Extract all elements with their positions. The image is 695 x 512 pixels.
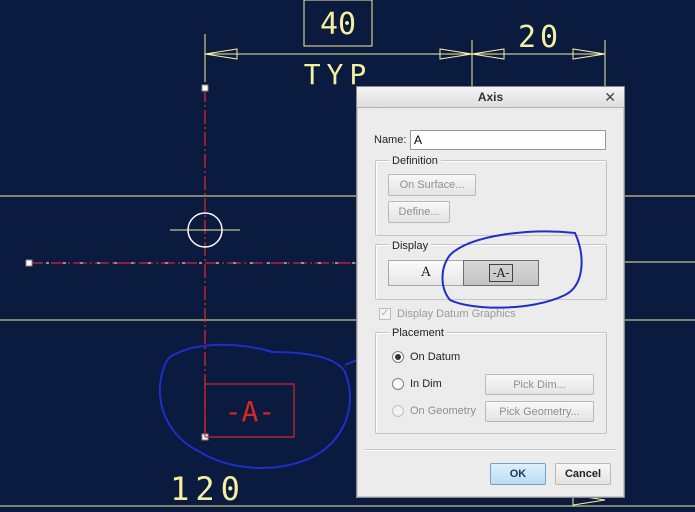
- on-geometry-label: On Geometry: [410, 405, 477, 417]
- define-button[interactable]: Define...: [388, 201, 450, 223]
- axis-dialog: Axis ✕ Name: A Definition On Surface... …: [356, 86, 625, 498]
- display-option-plain[interactable]: A: [388, 260, 464, 286]
- placement-legend: Placement: [389, 327, 447, 339]
- dimension-text-40[interactable]: 40: [320, 7, 356, 42]
- definition-legend: Definition: [389, 155, 441, 167]
- name-input[interactable]: A: [410, 130, 606, 150]
- dialog-title: Axis: [477, 90, 504, 104]
- boxed-axis-glyph: -A-: [488, 264, 514, 282]
- name-label: Name:: [374, 134, 407, 146]
- close-icon[interactable]: ✕: [604, 89, 616, 106]
- on-geometry-radio[interactable]: [392, 405, 404, 417]
- display-datum-graphics-label: Display Datum Graphics: [397, 308, 516, 320]
- pick-geometry-button[interactable]: Pick Geometry...: [485, 401, 594, 422]
- display-datum-graphics-checkbox[interactable]: ✓: [379, 308, 391, 320]
- display-legend: Display: [389, 240, 432, 252]
- display-option-boxed[interactable]: -A-: [463, 260, 539, 286]
- dimension-text-20[interactable]: 20: [518, 20, 562, 55]
- in-dim-radio[interactable]: [392, 378, 404, 390]
- definition-group: [375, 160, 607, 236]
- drag-handle[interactable]: [201, 84, 209, 92]
- on-datum-radio[interactable]: [392, 351, 404, 363]
- on-surface-button[interactable]: On Surface...: [388, 174, 476, 196]
- ok-button[interactable]: OK: [490, 463, 546, 485]
- dialog-titlebar[interactable]: Axis ✕: [357, 87, 624, 108]
- footer-divider: [365, 449, 616, 451]
- in-dim-label: In Dim: [410, 378, 442, 390]
- cancel-button[interactable]: Cancel: [555, 463, 611, 485]
- pick-dim-button[interactable]: Pick Dim...: [485, 374, 594, 395]
- on-datum-label: On Datum: [410, 351, 461, 363]
- drag-handle[interactable]: [25, 259, 33, 267]
- axis-label-text: -A-: [225, 395, 276, 428]
- dimension-text-120[interactable]: 120: [170, 470, 246, 508]
